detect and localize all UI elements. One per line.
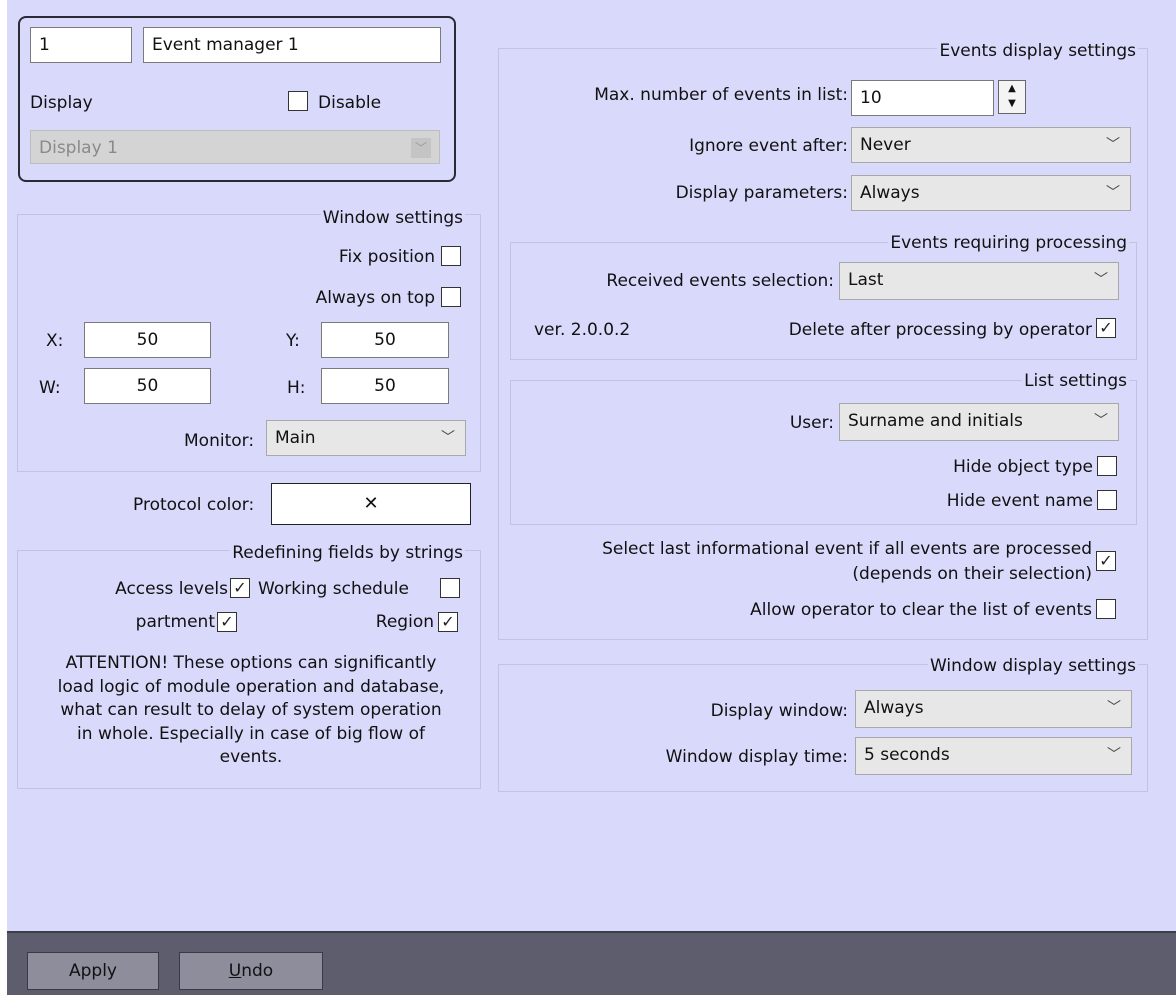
max-events-field[interactable]: 10 bbox=[851, 80, 994, 116]
h-field[interactable]: 50 bbox=[321, 368, 449, 404]
max-events-label: Max. number of events in list: bbox=[594, 85, 848, 105]
attention-line: ATTENTION! These options can significant… bbox=[65, 653, 437, 673]
hide-object-type-checkbox[interactable] bbox=[1097, 456, 1117, 476]
checkmark-icon: ✓ bbox=[220, 612, 234, 631]
chevron-down-icon: ﹀ bbox=[1107, 700, 1121, 716]
access-levels-checkbox[interactable]: ✓ bbox=[230, 578, 250, 598]
apply-button[interactable]: Apply bbox=[27, 952, 159, 990]
chevron-down-icon: ﹀ bbox=[411, 138, 431, 158]
undo-button[interactable]: Undo bbox=[179, 952, 323, 990]
checkmark-icon: ✓ bbox=[1099, 551, 1113, 570]
fix-position-label: Fix position bbox=[338, 247, 435, 267]
hide-event-name-label: Hide event name bbox=[946, 491, 1093, 511]
object-id-field[interactable]: 1 bbox=[30, 27, 132, 63]
protocol-color-label: Protocol color: bbox=[133, 495, 255, 515]
attention-line: events. bbox=[219, 747, 283, 767]
attention-text: ATTENTION! These options can significant… bbox=[27, 652, 475, 770]
window-display-time-value: 5 seconds bbox=[864, 745, 950, 765]
disable-label: Disable bbox=[318, 93, 382, 113]
received-events-label: Received events selection: bbox=[606, 271, 834, 291]
w-field[interactable]: 50 bbox=[84, 368, 211, 404]
attention-line: in whole. Especially in case of big flow… bbox=[77, 723, 425, 744]
region-label: Region bbox=[375, 612, 434, 632]
ignore-event-select[interactable]: Never ﹀ bbox=[851, 127, 1131, 163]
object-name-field[interactable]: Event manager 1 bbox=[143, 27, 441, 63]
display-parameters-value: Always bbox=[860, 183, 920, 203]
checkmark-icon: ✓ bbox=[1099, 318, 1113, 337]
y-field[interactable]: 50 bbox=[321, 322, 449, 358]
received-events-select[interactable]: Last ﹀ bbox=[839, 262, 1119, 300]
department-checkbox[interactable]: ✓ bbox=[217, 612, 237, 632]
delete-after-processing-label: Delete after processing by operator bbox=[788, 320, 1092, 340]
chevron-down-icon: ﹀ bbox=[1107, 747, 1121, 763]
window-display-time-select[interactable]: 5 seconds ﹀ bbox=[855, 737, 1132, 775]
attention-line: load logic of module operation and datab… bbox=[57, 676, 445, 697]
chevron-down-icon: ﹀ bbox=[1094, 413, 1108, 429]
ignore-event-label: Ignore event after: bbox=[689, 136, 848, 156]
access-levels-label: Access levels bbox=[115, 579, 228, 599]
always-on-top-checkbox[interactable] bbox=[441, 287, 461, 307]
user-select-value: Surname and initials bbox=[848, 411, 1023, 431]
attention-line: what can result to delay of system opera… bbox=[60, 700, 442, 720]
w-label: W: bbox=[39, 378, 61, 398]
monitor-select-value: Main bbox=[275, 428, 316, 448]
monitor-select[interactable]: Main ﹀ bbox=[266, 420, 466, 456]
spin-arrows-icon[interactable]: ▲ ▼ bbox=[998, 80, 1026, 114]
undo-mnemonic: U bbox=[228, 961, 242, 981]
window-display-time-label: Window display time: bbox=[665, 747, 848, 767]
checkmark-icon: ✓ bbox=[233, 578, 247, 597]
hide-object-type-label: Hide object type bbox=[953, 457, 1093, 477]
list-settings-title: List settings bbox=[1022, 370, 1129, 392]
undo-label: ndo bbox=[241, 961, 274, 981]
y-label: Y: bbox=[286, 331, 300, 351]
display-window-select[interactable]: Always ﹀ bbox=[855, 690, 1132, 728]
x-label: X: bbox=[46, 331, 64, 351]
display-parameters-label: Display parameters: bbox=[675, 183, 848, 203]
user-label: User: bbox=[789, 413, 834, 433]
chevron-down-icon: ﹀ bbox=[441, 430, 455, 446]
events-processing-group bbox=[510, 242, 1137, 360]
department-label: partment bbox=[135, 612, 215, 632]
display-window-value: Always bbox=[864, 698, 924, 718]
select-last-event-label: Select last informational event if all e… bbox=[602, 539, 1092, 559]
display-select-value: Display 1 bbox=[39, 138, 118, 158]
display-label: Display bbox=[30, 93, 93, 113]
window-settings-title: Window settings bbox=[320, 207, 465, 229]
monitor-label: Monitor: bbox=[184, 431, 255, 451]
events-display-title: Events display settings bbox=[937, 40, 1138, 62]
protocol-color-picker[interactable]: ✕ bbox=[271, 483, 471, 525]
working-schedule-checkbox[interactable] bbox=[440, 578, 460, 598]
user-select[interactable]: Surname and initials ﹀ bbox=[839, 403, 1119, 441]
version-text: ver. 2.0.0.2 bbox=[534, 320, 631, 340]
events-processing-title: Events requiring processing bbox=[888, 232, 1129, 254]
fix-position-checkbox[interactable] bbox=[441, 246, 461, 266]
hide-event-name-checkbox[interactable] bbox=[1097, 490, 1117, 510]
select-last-event-checkbox[interactable]: ✓ bbox=[1096, 551, 1116, 571]
working-schedule-label: Working schedule bbox=[258, 579, 409, 599]
chevron-down-icon: ﹀ bbox=[1106, 137, 1120, 153]
chevron-down-icon: ﹀ bbox=[1094, 272, 1108, 288]
chevron-down-icon: ﹀ bbox=[1106, 185, 1120, 201]
allow-clear-label: Allow operator to clear the list of even… bbox=[750, 600, 1092, 620]
window-display-title: Window display settings bbox=[928, 655, 1138, 677]
display-select[interactable]: Display 1 ﹀ bbox=[30, 130, 440, 164]
select-last-event-label-2: (depends on their selection) bbox=[852, 564, 1092, 584]
display-parameters-select[interactable]: Always ﹀ bbox=[851, 175, 1131, 211]
checkmark-icon: ✓ bbox=[441, 612, 455, 631]
received-events-value: Last bbox=[848, 270, 884, 290]
delete-after-processing-checkbox[interactable]: ✓ bbox=[1096, 318, 1116, 338]
h-label: H: bbox=[287, 378, 306, 398]
x-field[interactable]: 50 bbox=[84, 322, 211, 358]
redefining-fields-title: Redefining fields by strings bbox=[230, 542, 465, 564]
ignore-event-value: Never bbox=[860, 135, 911, 155]
display-window-label: Display window: bbox=[710, 701, 848, 721]
disable-checkbox[interactable] bbox=[288, 91, 308, 111]
allow-clear-checkbox[interactable] bbox=[1096, 599, 1116, 619]
region-checkbox[interactable]: ✓ bbox=[438, 612, 458, 632]
always-on-top-label: Always on top bbox=[315, 288, 435, 308]
